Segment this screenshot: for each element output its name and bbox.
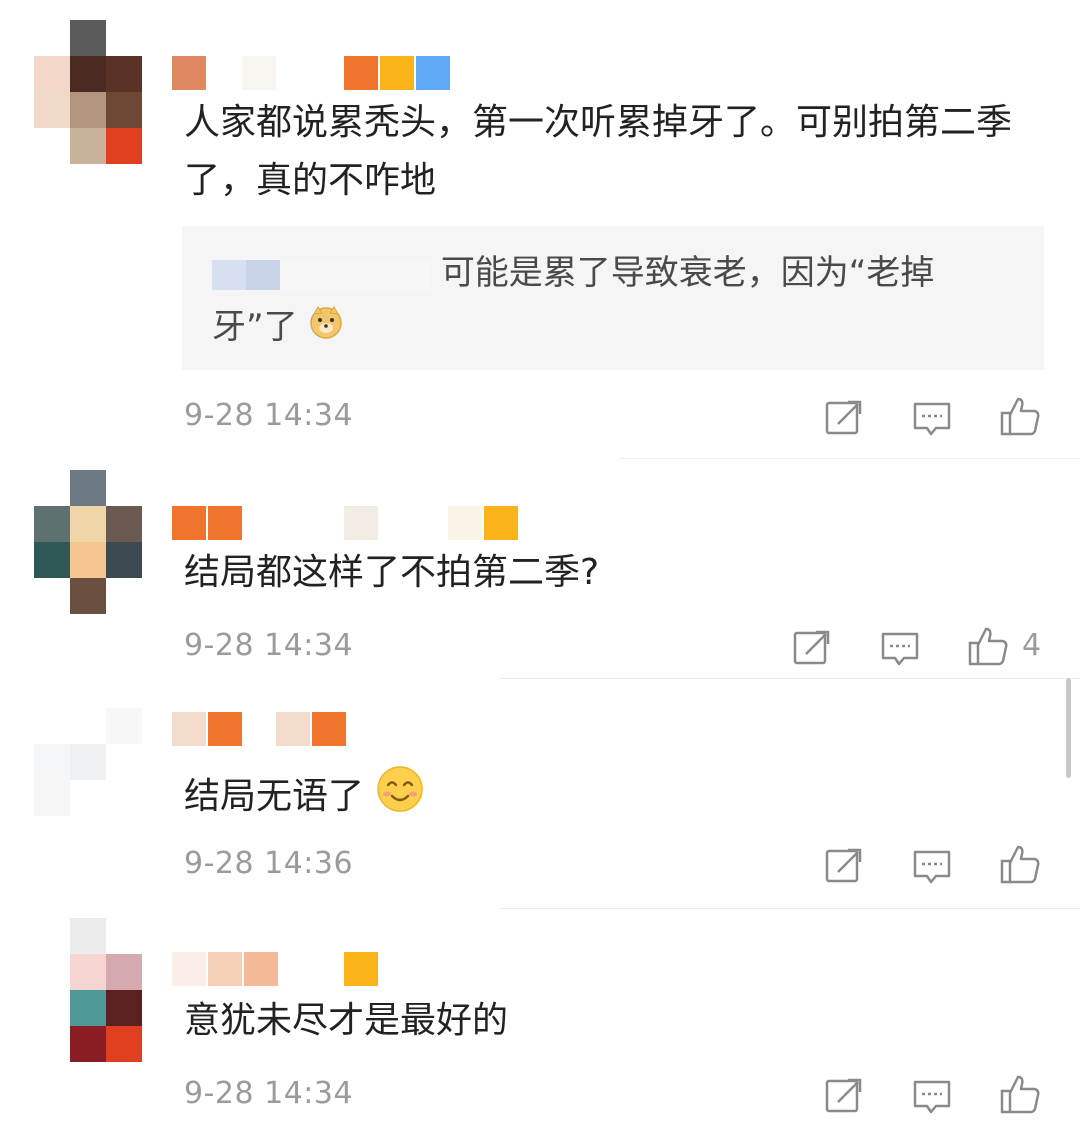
username-blurred[interactable]: [172, 506, 522, 542]
comment-text-content: 结局无语了: [184, 776, 365, 817]
comment-time: 9-28 14:34: [184, 628, 354, 663]
comment-icon: [913, 402, 951, 436]
reply-username-blurred[interactable]: [212, 259, 246, 290]
like-button[interactable]: [998, 1072, 1042, 1116]
avatar[interactable]: [34, 470, 142, 614]
scrollbar[interactable]: [1066, 678, 1071, 778]
divider: [500, 908, 1080, 909]
like-icon: [1000, 1075, 1040, 1114]
comment-time: 9-28 14:34: [184, 1076, 354, 1111]
comment-icon: [881, 632, 919, 666]
repost-button[interactable]: [822, 844, 866, 888]
comment-button[interactable]: [910, 396, 954, 440]
comment-text: 意犹未尽才是最好的: [184, 1000, 509, 1041]
divider: [500, 678, 1080, 679]
username-blurred[interactable]: [172, 56, 462, 92]
avatar[interactable]: [34, 708, 142, 848]
reply-content: 可能是累了导致衰老，因为“老掉牙”了: [212, 246, 1002, 356]
repost-button[interactable]: [822, 1074, 866, 1118]
avatar[interactable]: [34, 918, 142, 1062]
comment-text: 结局都这样了不拍第二季?: [184, 552, 600, 593]
smile-emoji-icon: [375, 764, 425, 832]
like-count: 4: [1022, 628, 1042, 663]
like-button[interactable]: [998, 394, 1042, 438]
repost-icon: [825, 400, 862, 435]
reply-quote[interactable]: 可能是累了导致衰老，因为“老掉牙”了: [182, 226, 1044, 370]
repost-icon: [825, 848, 862, 883]
like-button[interactable]: [998, 842, 1042, 886]
comment-button[interactable]: [910, 1074, 954, 1118]
comment-time: 9-28 14:34: [184, 398, 354, 433]
comment-text: 结局无语了: [184, 764, 1034, 832]
comment-button[interactable]: [878, 626, 922, 670]
repost-button[interactable]: [790, 626, 834, 670]
comment-button[interactable]: [910, 844, 954, 888]
comment-icon: [913, 1080, 951, 1114]
doge-emoji-icon: [308, 302, 344, 356]
comment-icon: [913, 850, 951, 884]
like-icon: [1000, 397, 1040, 436]
divider: [620, 458, 1080, 459]
comment-text: 人家都说累秃头，第一次听累掉牙了。可别拍第二季了，真的不咋地: [184, 102, 1013, 201]
repost-button[interactable]: [822, 396, 866, 440]
like-icon: [1000, 845, 1040, 884]
comment-time: 9-28 14:36: [184, 846, 354, 881]
like-button[interactable]: [966, 624, 1010, 668]
like-icon: [968, 627, 1008, 666]
username-blurred[interactable]: [172, 712, 352, 748]
repost-icon: [825, 1078, 862, 1113]
avatar[interactable]: [34, 20, 142, 164]
repost-icon: [793, 630, 830, 665]
username-blurred[interactable]: [172, 952, 392, 988]
